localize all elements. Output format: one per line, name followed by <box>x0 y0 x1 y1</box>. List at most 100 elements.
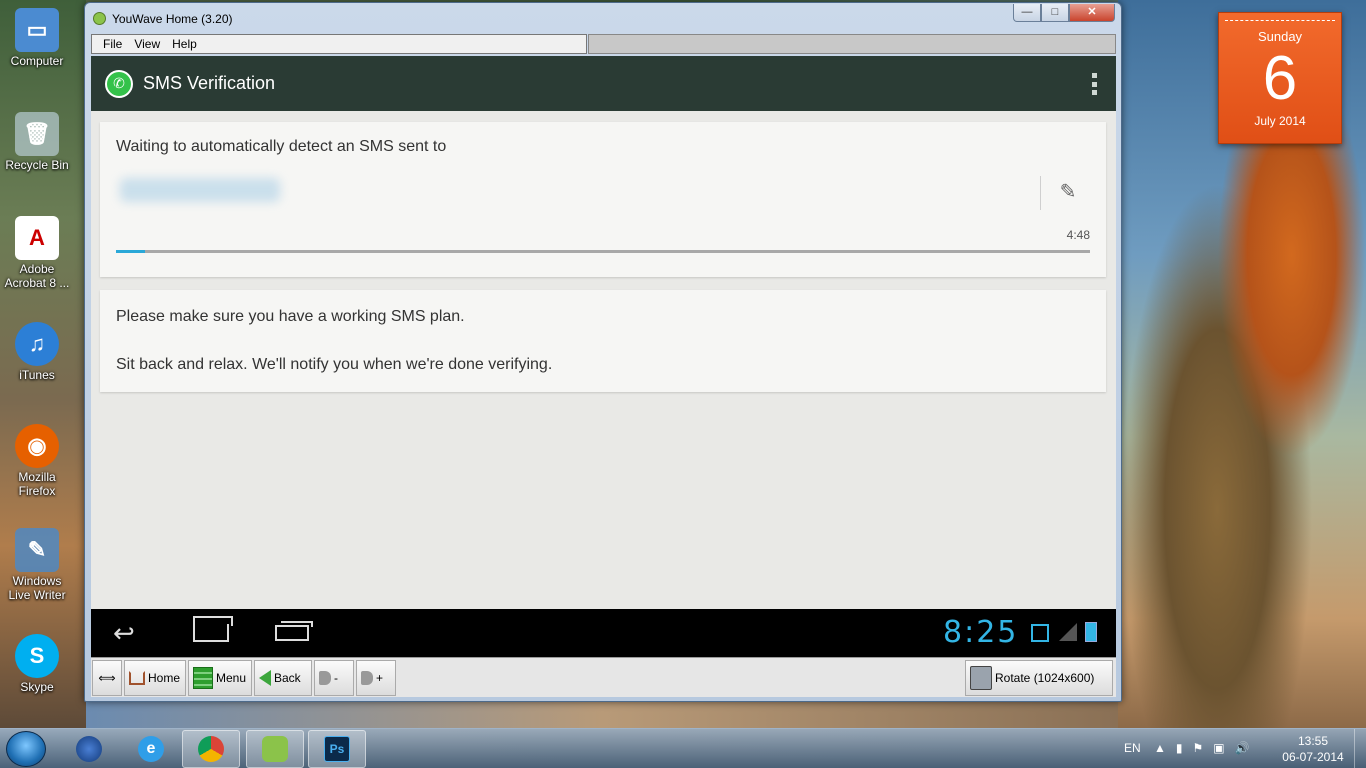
window-title: YouWave Home (3.20) <box>112 12 233 26</box>
home-icon <box>129 671 145 685</box>
desktop-icon-computer[interactable]: ▭ Computer <box>2 8 72 68</box>
taskbar-time: 13:55 <box>1297 734 1329 748</box>
resize-button[interactable]: ⟺ <box>92 660 122 696</box>
taskbar-network-globe[interactable] <box>60 730 118 768</box>
youwave-app-icon <box>93 12 106 25</box>
volume-down-label: - <box>334 671 338 685</box>
menu-button[interactable]: Menu <box>188 660 252 696</box>
show-desktop-button[interactable] <box>1354 729 1366 768</box>
desktop-icon-label: Mozilla Firefox <box>18 470 56 498</box>
start-orb-icon[interactable] <box>6 731 46 767</box>
volume-up-label: + <box>376 671 384 685</box>
volume-icon[interactable]: 🔊 <box>1235 741 1250 755</box>
photoshop-icon: Ps <box>324 736 350 762</box>
desktop-icon-label: iTunes <box>19 368 55 382</box>
sms-plan-note: Please make sure you have a working SMS … <box>116 308 465 325</box>
calendar-gadget[interactable]: Sunday 6 July 2014 <box>1218 12 1342 144</box>
maximize-button[interactable]: □ <box>1041 4 1069 22</box>
back-label: Back <box>274 671 301 685</box>
internet-explorer-icon: e <box>138 736 164 762</box>
taskbar-clock[interactable]: 13:55 06-07-2014 <box>1280 733 1346 765</box>
calendar-month-year: July 2014 <box>1254 114 1306 128</box>
android-home-icon[interactable] <box>193 616 233 642</box>
divider <box>1040 176 1041 210</box>
home-button[interactable]: Home <box>124 660 186 696</box>
action-center-flag-icon[interactable]: ⚑ <box>1193 741 1204 755</box>
android-icon <box>262 736 288 762</box>
taskbar-youwave[interactable] <box>246 730 304 768</box>
youwave-toolbar: ⟺ Home Menu Back - + Rotate (1024x600) <box>91 657 1116 697</box>
volume-down-button[interactable]: - <box>314 660 354 696</box>
desktop-icon-label: Windows Live Writer <box>8 574 66 602</box>
whatsapp-logo-icon: ✆ <box>105 69 133 98</box>
desktop-icon-firefox[interactable]: ◉ Mozilla Firefox <box>2 424 72 498</box>
desktop-wallpaper-bottom <box>86 700 1118 728</box>
taskbar-internet-explorer[interactable]: e <box>122 730 180 768</box>
window-controls: — □ ✕ <box>1013 4 1115 22</box>
network-signal-icon[interactable]: ▮ <box>1176 741 1183 755</box>
home-label: Home <box>148 671 181 685</box>
rotate-button[interactable]: Rotate (1024x600) <box>965 660 1113 696</box>
taskbar-chrome[interactable] <box>182 730 240 768</box>
back-arrow-icon <box>259 670 271 686</box>
edit-number-icon[interactable]: ✎ <box>1056 180 1080 204</box>
desktop-icon-itunes[interactable]: ♫ iTunes <box>2 322 72 382</box>
desktop-icon-recycle-bin[interactable]: 🗑 Recycle Bin <box>2 112 72 172</box>
battery-icon <box>1085 622 1097 642</box>
taskbar-photoshop[interactable]: Ps <box>308 730 366 768</box>
safely-remove-icon[interactable]: ▣ <box>1213 741 1224 755</box>
volume-up-button[interactable]: + <box>356 660 396 696</box>
menu-view[interactable]: View <box>131 35 163 53</box>
skype-icon: S <box>15 634 59 678</box>
android-recents-icon[interactable] <box>275 621 313 641</box>
overflow-menu-icon[interactable] <box>1092 73 1098 95</box>
language-indicator[interactable]: EN <box>1124 741 1141 755</box>
calendar-rings <box>1225 13 1335 21</box>
speaker-icon <box>319 671 331 685</box>
window-titlebar[interactable]: YouWave Home (3.20) — □ ✕ <box>85 3 1121 33</box>
menu-label: Menu <box>216 671 247 685</box>
rotate-label: Rotate (1024x600) <box>995 671 1095 685</box>
desktop-icon-label: Computer <box>10 54 64 68</box>
minimize-button[interactable]: — <box>1013 4 1041 22</box>
progress-fill <box>116 250 146 253</box>
countdown-timer: 4:48 <box>1066 228 1090 242</box>
android-nav-bar: ↩ 8:25 <box>91 609 1116 657</box>
desktop-icon-adobe-acrobat[interactable]: A Adobe Acrobat 8 ... <box>2 216 72 290</box>
calendar-date: 6 <box>1262 44 1298 113</box>
taskbar-date: 06-07-2014 <box>1282 750 1344 764</box>
swap-arrows-icon: ⟺ <box>98 671 116 685</box>
calendar-day: Sunday <box>1257 29 1303 44</box>
desktop-icon-skype[interactable]: S Skype <box>2 634 72 694</box>
relax-note: Sit back and relax. We'll notify you whe… <box>116 356 553 373</box>
live-writer-icon: ✎ <box>15 528 59 572</box>
android-clock: 8:25 <box>943 615 1019 650</box>
adobe-acrobat-icon: A <box>15 216 59 260</box>
rotate-device-icon <box>970 666 992 690</box>
verification-status-card: Waiting to automatically detect an SMS s… <box>100 122 1106 277</box>
computer-icon: ▭ <box>15 8 59 52</box>
menu-icon <box>193 667 213 689</box>
globe-icon <box>76 736 102 762</box>
desktop-icon-label: Skype <box>20 680 54 694</box>
close-button[interactable]: ✕ <box>1069 4 1115 22</box>
itunes-icon: ♫ <box>15 322 59 366</box>
menu-bar-filler <box>588 34 1116 54</box>
android-back-icon[interactable]: ↩ <box>113 619 135 647</box>
speaker-icon <box>361 671 373 685</box>
info-card: Please make sure you have a working SMS … <box>100 290 1106 392</box>
chrome-icon <box>198 736 224 762</box>
system-tray: ▲ ▮ ⚑ ▣ 🔊 <box>1154 741 1250 755</box>
desktop-icon-label: Adobe Acrobat 8 ... <box>4 262 70 290</box>
verification-progress-bar <box>116 250 1090 253</box>
youwave-window: YouWave Home (3.20) — □ ✕ File View Help… <box>84 2 1122 702</box>
show-hidden-icons-icon[interactable]: ▲ <box>1154 741 1166 755</box>
recycle-bin-icon: 🗑 <box>15 112 59 156</box>
menu-file[interactable]: File <box>100 35 125 53</box>
menu-help[interactable]: Help <box>169 35 200 53</box>
network-icon <box>1031 624 1049 642</box>
back-button[interactable]: Back <box>254 660 312 696</box>
desktop-icon-windows-live-writer[interactable]: ✎ Windows Live Writer <box>2 528 72 602</box>
phone-number-redacted <box>120 178 280 202</box>
waiting-message: Waiting to automatically detect an SMS s… <box>116 138 447 155</box>
